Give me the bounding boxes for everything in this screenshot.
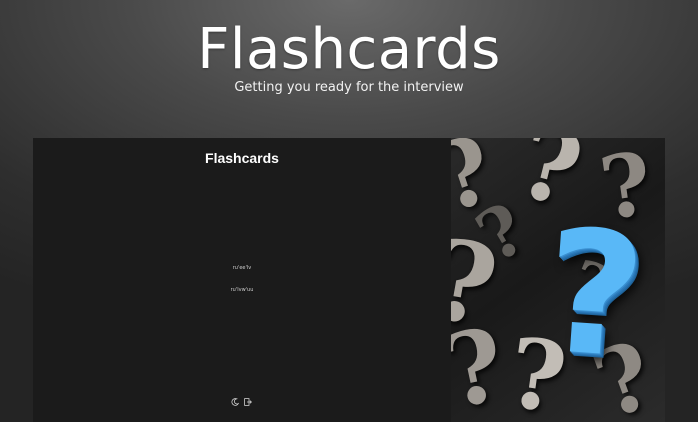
hero-title: Flashcards bbox=[197, 17, 501, 82]
moon-icon[interactable] bbox=[231, 391, 240, 406]
hero-subtitle: Getting you ready for the interview bbox=[234, 80, 464, 95]
app-preview-pane: Flashcards ru'ee'lv ru'lvw'uu bbox=[33, 138, 451, 422]
app-preview-link-2[interactable]: ru'lvw'uu bbox=[33, 287, 451, 293]
app-preview-link-1[interactable]: ru'ee'lv bbox=[33, 265, 451, 271]
blue-question-mark: ? bbox=[538, 192, 651, 398]
question-mark-image: ? ? ? ? ? ? ? ? ? ? bbox=[451, 138, 665, 422]
app-preview-screenshot: Flashcards ru'ee'lv ru'lvw'uu ? ? ? ? ? … bbox=[33, 138, 665, 422]
logout-icon[interactable] bbox=[244, 391, 252, 406]
app-preview-footer bbox=[231, 390, 255, 406]
app-preview-title: Flashcards bbox=[205, 150, 279, 166]
